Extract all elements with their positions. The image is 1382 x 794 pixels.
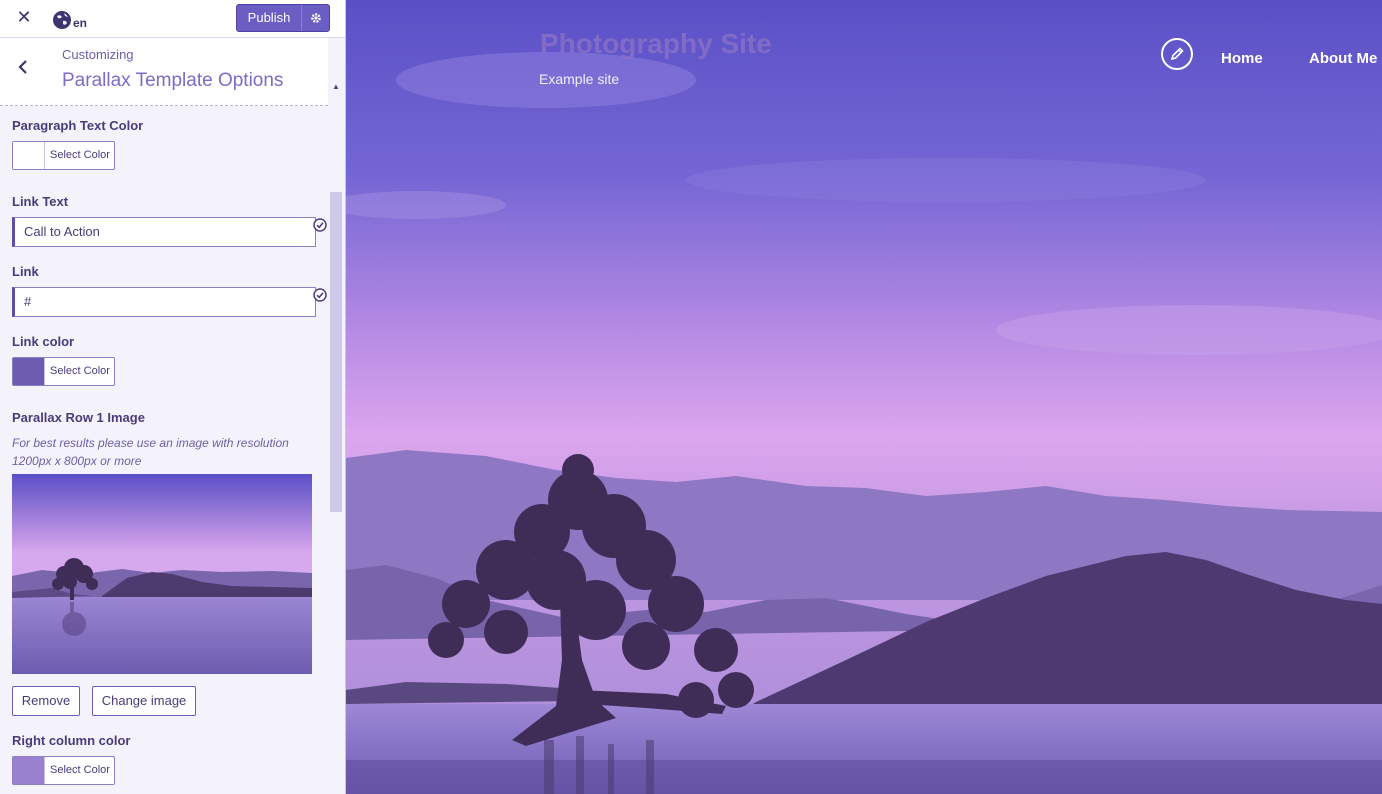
check-circle-icon	[313, 218, 327, 232]
site-preview: Photography Site Example site Home About…	[346, 0, 1382, 794]
publish-settings-button[interactable]	[301, 5, 329, 31]
nav-item-home[interactable]: Home	[1221, 50, 1263, 67]
panel-header: Customizing Parallax Template Options ▲	[0, 38, 340, 106]
sidebar-scrollbar[interactable]	[330, 192, 342, 512]
edit-shortcut-button[interactable]	[1161, 38, 1193, 70]
select-color-label: Select Color	[50, 365, 110, 377]
language-switcher[interactable]: en	[52, 8, 87, 30]
right-column-color-button[interactable]: Select Color	[12, 756, 115, 785]
select-color-label: Select Color	[50, 149, 110, 161]
link-label: Link	[12, 264, 39, 279]
link-text-label: Link Text	[12, 194, 69, 209]
customizer-sidebar: ✕ en Publish Customizing Parallax Templa…	[0, 0, 346, 794]
pencil-icon	[1170, 47, 1184, 61]
hero-background-image	[346, 0, 1382, 794]
link-text-input[interactable]: Call to Action	[12, 217, 316, 247]
nav-item-about-me[interactable]: About Me	[1309, 50, 1377, 67]
check-circle-icon	[313, 288, 327, 302]
color-swatch	[13, 757, 45, 784]
customizer-topbar: ✕ en Publish	[0, 0, 345, 38]
link-input[interactable]: #	[12, 287, 316, 317]
scroll-up-arrow-icon[interactable]: ▲	[332, 82, 340, 91]
publish-button-group: Publish	[236, 4, 330, 32]
gear-icon	[310, 13, 321, 23]
back-button[interactable]	[8, 52, 38, 82]
select-color-label: Select Color	[50, 764, 110, 776]
color-swatch	[13, 142, 45, 169]
link-color-button[interactable]: Select Color	[12, 357, 115, 386]
site-title[interactable]: Photography Site	[540, 28, 772, 60]
site-tagline: Example site	[539, 71, 620, 87]
change-image-button[interactable]: Change image	[92, 686, 196, 716]
remove-image-button[interactable]: Remove	[12, 686, 80, 716]
publish-button[interactable]: Publish	[237, 5, 301, 31]
right-column-color-label: Right column color	[12, 733, 131, 748]
parallax-row1-image-label: Parallax Row 1 Image	[12, 410, 145, 425]
breadcrumb: Customizing	[62, 47, 134, 62]
paragraph-text-color-button[interactable]: Select Color	[12, 141, 115, 170]
parallax-image-thumbnail[interactable]	[12, 474, 312, 674]
close-icon[interactable]: ✕	[12, 6, 36, 30]
globe-icon	[53, 11, 71, 29]
paragraph-text-color-label: Paragraph Text Color	[12, 118, 144, 133]
language-code: en	[73, 16, 88, 30]
color-swatch	[13, 358, 45, 385]
link-color-label: Link color	[12, 334, 75, 349]
chevron-left-icon	[18, 60, 27, 74]
panel-title: Parallax Template Options	[62, 70, 284, 91]
image-resolution-hint: For best results please use an image wit…	[12, 436, 289, 468]
